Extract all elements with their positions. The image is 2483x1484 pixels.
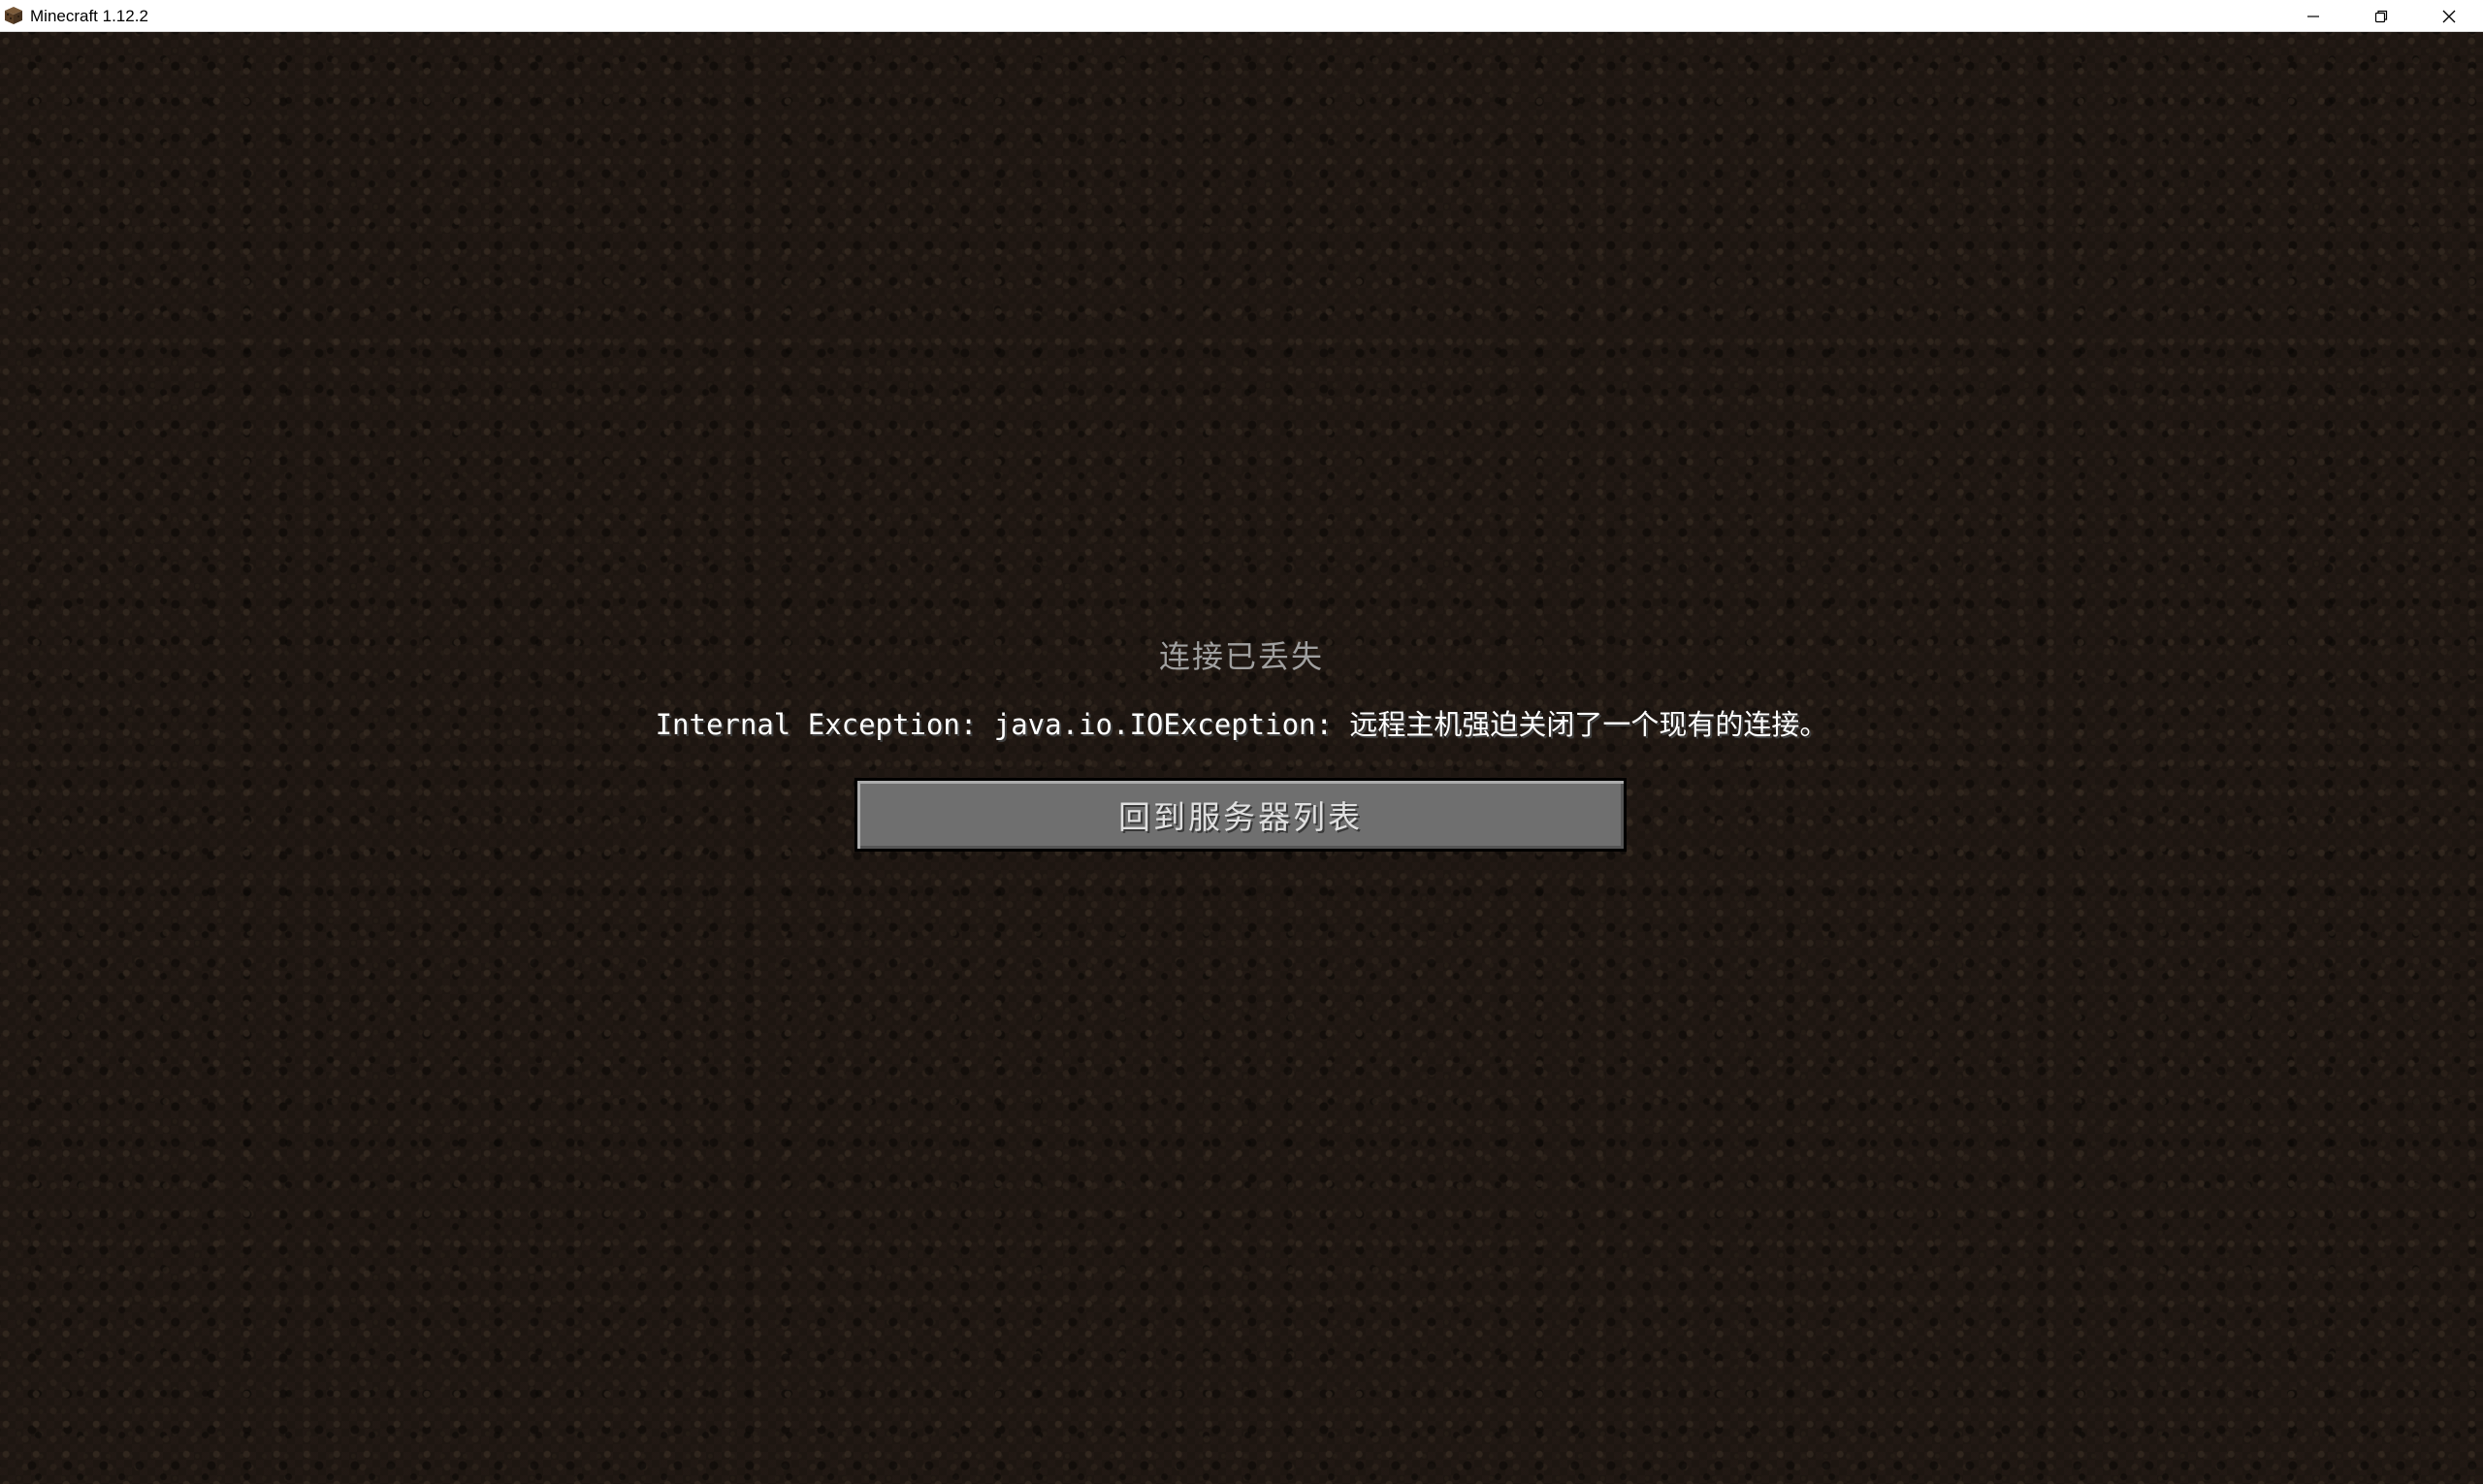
disconnect-title: 连接已丢失 — [1158, 638, 1324, 675]
minimize-icon — [2307, 15, 2319, 17]
window-title: Minecraft 1.12.2 — [30, 7, 148, 25]
title-bar[interactable]: Minecraft 1.12.2 — [0, 0, 2483, 32]
disconnect-reason: Internal Exception: java.io.IOException:… — [655, 708, 1828, 741]
back-to-server-list-button[interactable]: 回到服务器列表 — [855, 778, 1627, 852]
close-button[interactable] — [2415, 0, 2483, 32]
dirt-background — [0, 32, 2483, 1484]
minimize-button[interactable] — [2279, 0, 2347, 32]
close-icon — [2442, 10, 2456, 22]
back-to-server-list-label: 回到服务器列表 — [1118, 798, 1363, 836]
minecraft-grass-block-icon — [5, 7, 22, 24]
restore-button[interactable] — [2347, 0, 2415, 32]
minecraft-window: Minecraft 1.12.2 连接已丢失 Internal Exceptio… — [0, 0, 2483, 1484]
restore-icon — [2374, 10, 2388, 22]
